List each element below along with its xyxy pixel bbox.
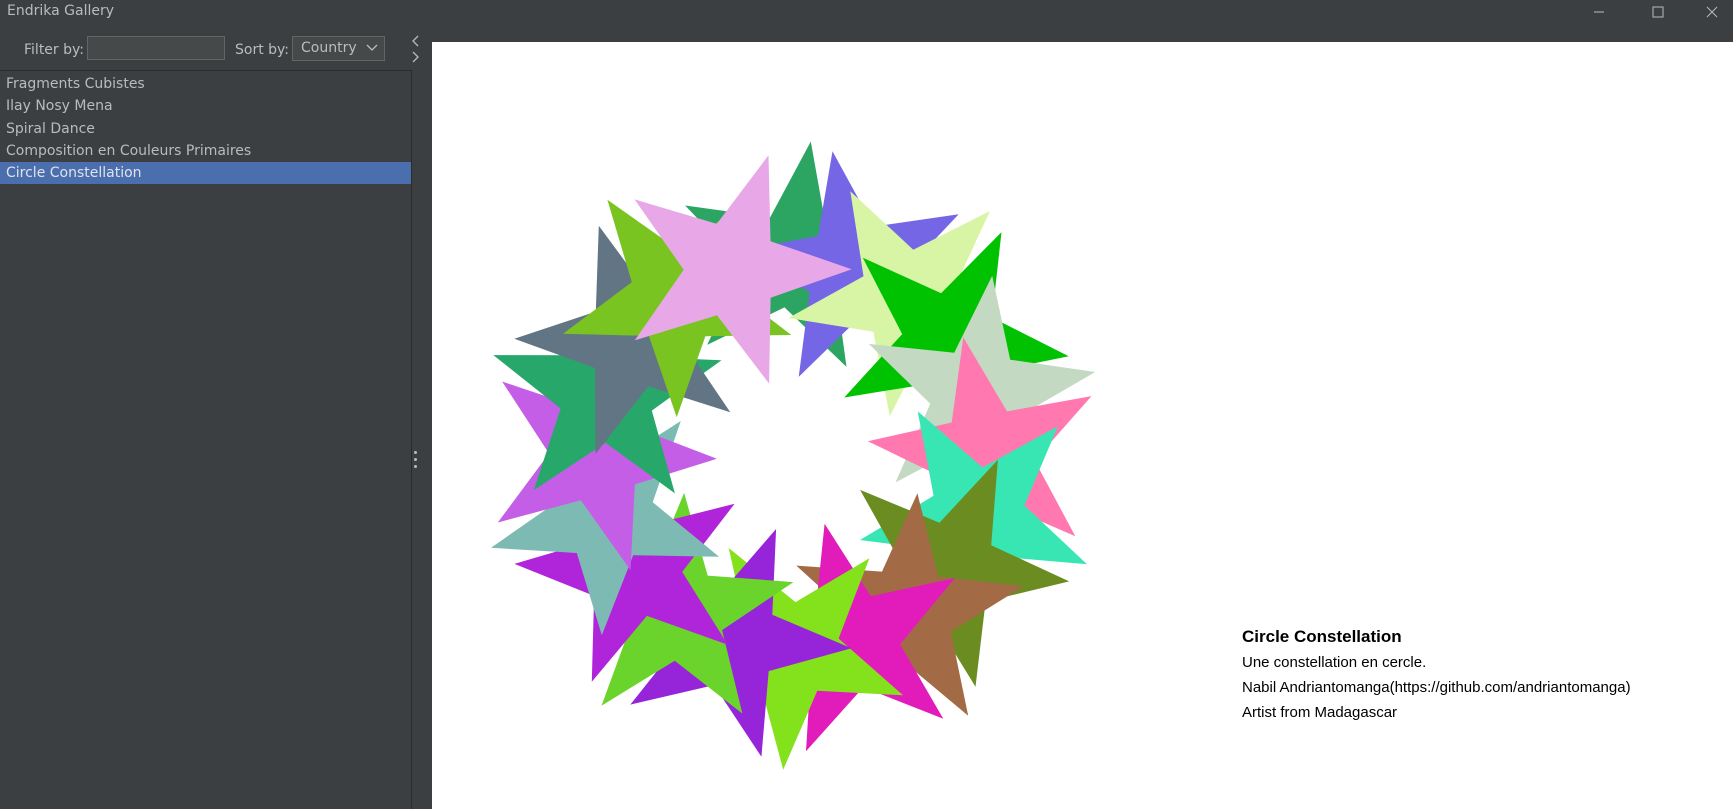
artwork-author: Nabil Andriantomanga(https://github.com/…	[1242, 679, 1631, 696]
list-item[interactable]: Composition en Couleurs Primaires	[0, 140, 411, 162]
artwork-description: Une constellation en cercle.	[1242, 654, 1427, 671]
list-item[interactable]: Fragments Cubistes	[0, 73, 411, 95]
sort-dropdown[interactable]: Country	[292, 36, 385, 61]
maximize-icon	[1652, 6, 1664, 18]
close-button[interactable]	[1690, 0, 1733, 24]
chevron-left-icon	[412, 35, 419, 47]
title-bar: Endrika Gallery	[0, 0, 1733, 24]
filter-label: Filter by:	[24, 42, 84, 58]
list-item-label: Ilay Nosy Mena	[6, 98, 113, 114]
splitter-handle[interactable]	[413, 451, 419, 473]
list-item-label: Composition en Couleurs Primaires	[6, 143, 252, 159]
sort-selected-value: Country	[301, 40, 357, 56]
artwork-origin: Artist from Madagascar	[1242, 704, 1398, 721]
gallery-list: Fragments Cubistes Ilay Nosy Mena Spiral…	[0, 70, 412, 809]
artwork-title: Circle Constellation	[1242, 627, 1402, 646]
list-item-label: Spiral Dance	[6, 121, 95, 137]
chevron-right-icon	[412, 51, 419, 63]
filter-input[interactable]	[87, 36, 225, 60]
close-icon	[1706, 6, 1718, 18]
list-item[interactable]: Ilay Nosy Mena	[0, 95, 411, 117]
maximize-button[interactable]	[1636, 0, 1680, 24]
list-item[interactable]: Spiral Dance	[0, 118, 411, 140]
sort-label: Sort by:	[235, 42, 290, 58]
chevron-down-icon	[366, 44, 378, 51]
list-item-label: Fragments Cubistes	[6, 76, 145, 92]
list-item-selected[interactable]: Circle Constellation	[0, 162, 411, 184]
list-item-label: Circle Constellation	[6, 165, 142, 181]
app-title: Endrika Gallery	[7, 3, 115, 19]
filter-bar: Filter by: Sort by: Country	[0, 34, 412, 64]
panel-collapse-toggle[interactable]	[408, 33, 424, 65]
minimize-icon	[1594, 11, 1604, 13]
artwork-canvas: Circle Constellation Une constellation e…	[432, 42, 1733, 809]
minimize-button[interactable]	[1577, 0, 1621, 24]
